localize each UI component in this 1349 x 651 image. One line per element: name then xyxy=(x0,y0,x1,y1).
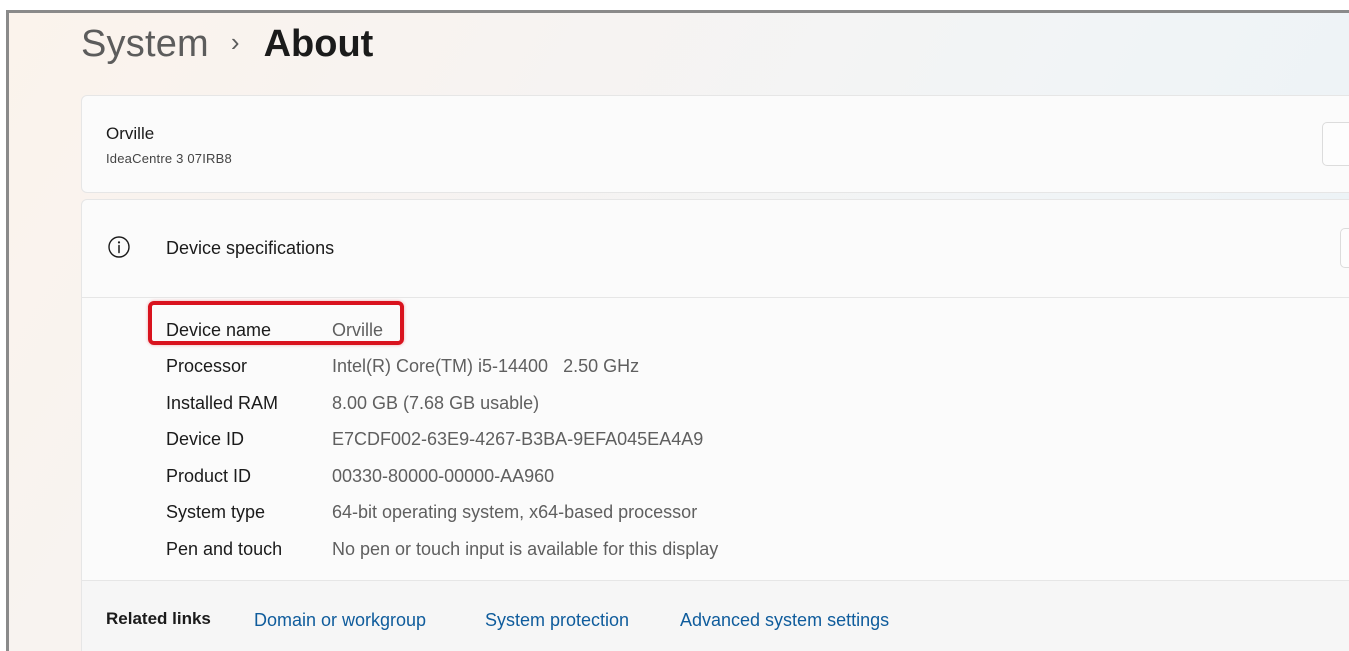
spec-row-device-name: Device name Orville xyxy=(166,312,1266,349)
spec-value: Orville xyxy=(332,319,384,340)
related-links-title: Related links xyxy=(106,609,211,628)
spec-value: No pen or touch input is available for t… xyxy=(332,538,719,559)
spec-label: System type xyxy=(166,502,266,523)
device-card: Orville IdeaCentre 3 07IRB8 xyxy=(81,95,1349,193)
advanced-system-settings-link[interactable]: Advanced system settings xyxy=(680,610,889,631)
device-specifications-card: Device specifications Device name Orvill… xyxy=(81,199,1349,651)
device-specifications-header[interactable]: Device specifications xyxy=(82,200,1349,298)
breadcrumb-system[interactable]: System xyxy=(81,23,209,66)
spec-label: Pen and touch xyxy=(166,538,283,559)
spec-row-device-id: Device ID E7CDF002-63E9-4267-B3BA-9EFA04… xyxy=(166,422,1266,459)
spec-list: Device name Orville Processor Intel(R) C… xyxy=(166,312,1266,568)
spec-value: 00330-80000-00000-AA960 xyxy=(332,465,555,486)
spec-value: Intel(R) Core(TM) i5-14400 2.50 GHz xyxy=(332,356,640,377)
domain-or-workgroup-link[interactable]: Domain or workgroup xyxy=(254,610,426,631)
device-specifications-title: Device specifications xyxy=(166,238,335,258)
breadcrumb-separator-icon: › xyxy=(230,26,240,57)
spec-row-processor: Processor Intel(R) Core(TM) i5-14400 2.5… xyxy=(166,349,1266,386)
related-links-section: Related links Domain or workgroup System… xyxy=(82,580,1349,651)
spec-label: Device name xyxy=(166,319,272,340)
spec-value: 64-bit operating system, x64-based proce… xyxy=(332,502,698,523)
spec-row-installed-ram: Installed RAM 8.00 GB (7.68 GB usable) xyxy=(166,385,1266,422)
rename-pc-button[interactable] xyxy=(1322,122,1349,166)
settings-window: System › About Orville IdeaCentre 3 07IR… xyxy=(6,10,1349,651)
copy-button[interactable] xyxy=(1340,228,1349,268)
spec-row-product-id: Product ID 00330-80000-00000-AA960 xyxy=(166,458,1266,495)
spec-row-system-type: System type 64-bit operating system, x64… xyxy=(166,495,1266,532)
spec-value: E7CDF002-63E9-4267-B3BA-9EFA045EA4A9 xyxy=(332,429,704,450)
page-title: About xyxy=(263,22,374,65)
spec-label: Installed RAM xyxy=(166,392,279,413)
system-protection-link[interactable]: System protection xyxy=(485,610,629,631)
device-name-label: Orville xyxy=(106,124,155,143)
spec-row-pen-and-touch: Pen and touch No pen or touch input is a… xyxy=(166,531,1266,568)
spec-value: 8.00 GB (7.68 GB usable) xyxy=(332,392,540,413)
spec-label: Device ID xyxy=(166,429,245,450)
spec-label: Product ID xyxy=(166,465,252,486)
device-model-label: IdeaCentre 3 07IRB8 xyxy=(106,151,232,166)
breadcrumb: System › About xyxy=(81,19,373,69)
info-icon xyxy=(108,236,130,258)
spec-label: Processor xyxy=(166,356,248,377)
